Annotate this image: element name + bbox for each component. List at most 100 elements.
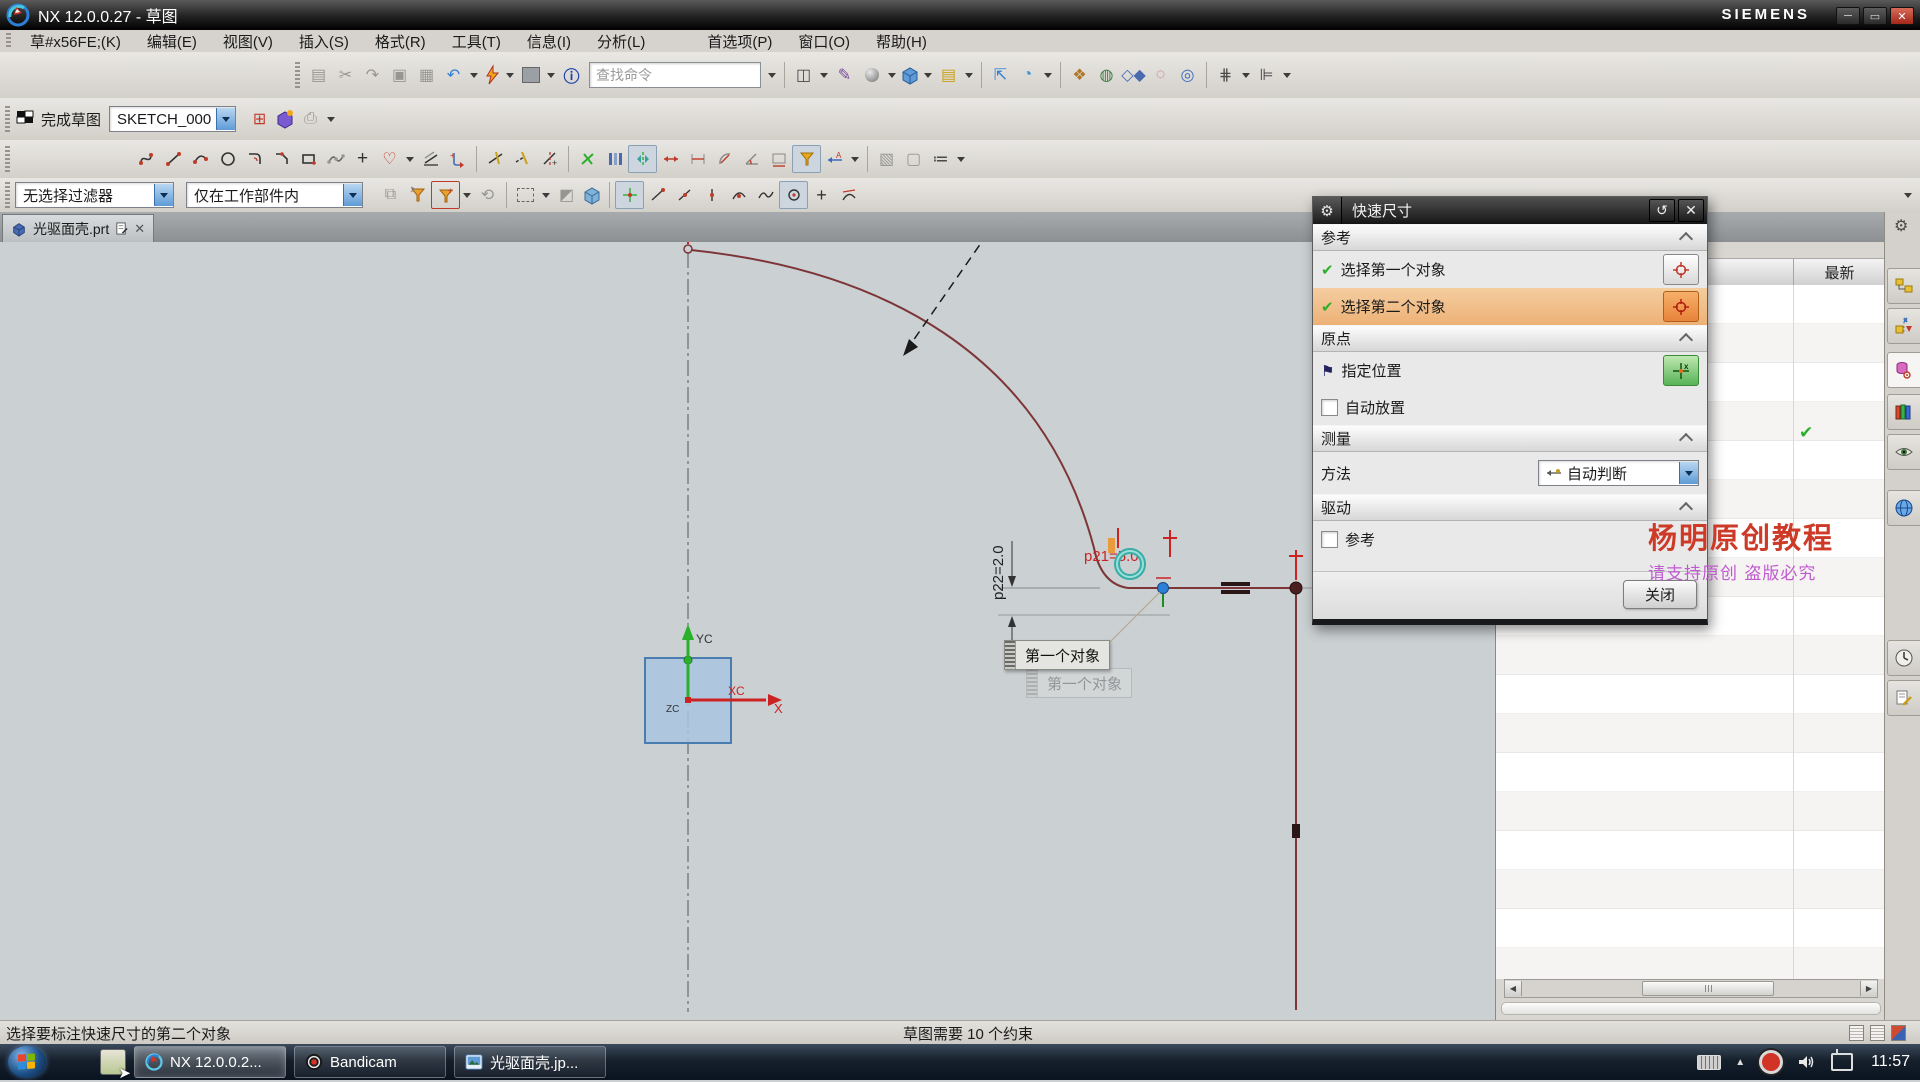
history-tab[interactable] [1887, 640, 1920, 676]
display-constraints-icon[interactable] [792, 145, 821, 173]
offset-curve-icon[interactable] [417, 146, 444, 172]
reuse-library-tab[interactable] [1887, 394, 1920, 430]
auto-place-checkbox[interactable] [1321, 399, 1338, 416]
blue-ring-icon[interactable]: ◎ [1174, 62, 1201, 88]
dimension-lines-icon[interactable]: ⋕ [1212, 62, 1239, 88]
lasso-dropdown[interactable] [542, 193, 550, 198]
selected-point[interactable] [1158, 583, 1169, 594]
tab-close-icon[interactable]: ✕ [134, 221, 145, 237]
globe-icon[interactable]: ◍ [1093, 62, 1120, 88]
ruler-icon[interactable]: ⊫ [1253, 62, 1280, 88]
section-reference[interactable]: 参考 [1313, 224, 1707, 251]
first-object-row[interactable]: ✔ 选择第一个对象 [1313, 251, 1707, 288]
part-navigator-tab[interactable] [1887, 352, 1920, 388]
make-corner-icon[interactable]: + [536, 146, 563, 172]
arc-tool-icon[interactable] [187, 146, 214, 172]
tray-expand-icon[interactable]: ▲ [1735, 1057, 1745, 1068]
reference-checkbox[interactable] [1321, 531, 1338, 548]
constraint-navigator-tab[interactable] [1887, 308, 1920, 344]
note-icon[interactable]: ▤ [935, 62, 962, 88]
line-tool-icon[interactable] [160, 146, 187, 172]
taskbar-image-button[interactable]: 光驱面壳.jp... [454, 1046, 606, 1078]
display-style-dropdown[interactable] [547, 73, 555, 78]
command-finder[interactable] [589, 62, 761, 88]
shaded-view-icon[interactable]: ◩ [553, 182, 580, 208]
snap-circle-icon[interactable] [779, 181, 808, 209]
note-dropdown[interactable] [965, 73, 973, 78]
doc-status-icon[interactable] [1870, 1025, 1885, 1041]
scope-filter-dropdown[interactable]: 仅在工作部件内 [186, 182, 363, 208]
type-filter-dropdown[interactable]: 无选择过滤器 [15, 182, 174, 208]
scroll-right-arrow[interactable]: ▶ [1860, 981, 1877, 996]
search-input[interactable] [590, 64, 779, 86]
auto-place-row[interactable]: 自动放置 [1313, 389, 1707, 425]
profile-curve[interactable] [691, 250, 1296, 588]
quick-extend-icon[interactable] [509, 146, 536, 172]
geometric-constraints-icon[interactable] [574, 146, 601, 172]
second-object-select-button[interactable] [1663, 291, 1699, 322]
snap-point-on-icon[interactable]: + [808, 182, 835, 208]
reattach-sketch-icon[interactable]: ⊞ [246, 106, 273, 132]
roles-tab[interactable] [1887, 680, 1920, 716]
arc-start-point[interactable] [684, 245, 692, 253]
sketch-name-dropdown[interactable]: SKETCH_000 [109, 106, 236, 132]
menu-window[interactable]: 窗口(O) [785, 30, 863, 53]
section-origin[interactable]: 原点 [1313, 325, 1707, 352]
stamp-icon[interactable]: ⎙ [297, 106, 324, 132]
toolbar-drag-handle[interactable] [5, 182, 10, 208]
part-tab[interactable]: 光驱面壳.prt ✕ [2, 214, 154, 242]
specify-location-row[interactable]: ⚑ 指定位置 x [1313, 352, 1707, 389]
search-dropdown[interactable] [768, 73, 776, 78]
collapse-chevron-icon[interactable] [1679, 232, 1693, 246]
scroll-thumb[interactable] [1642, 981, 1774, 996]
snap-filter-dropdown[interactable] [463, 193, 471, 198]
radial-dimension-icon[interactable] [711, 146, 738, 172]
chamfer-tool-icon[interactable] [268, 146, 295, 172]
sketch-name-dropdown-button[interactable] [216, 108, 235, 130]
perimeter-dimension-icon[interactable] [765, 146, 792, 172]
arrows-icon[interactable]: ⇱ [987, 62, 1014, 88]
pattern-curve-icon[interactable]: ♡ [376, 146, 403, 172]
set-symmetric-icon[interactable] [628, 145, 657, 173]
snap-spline-icon[interactable] [752, 182, 779, 208]
assembly-navigator-tab[interactable] [1887, 268, 1920, 304]
rapid-dimension-icon[interactable] [657, 146, 684, 172]
visualize-lightning-icon[interactable] [481, 64, 503, 86]
paste-icon[interactable]: ▦ [413, 62, 440, 88]
render-sphere-icon[interactable] [858, 62, 885, 88]
linear-dimension-icon[interactable] [684, 146, 711, 172]
snap-arc-center-icon[interactable] [725, 182, 752, 208]
point-tool-icon[interactable]: + [349, 146, 376, 172]
menu-edit[interactable]: 编辑(E) [134, 30, 210, 53]
pinned-app-icon[interactable]: ➤ [100, 1049, 126, 1075]
snap-endpoint-icon[interactable] [644, 182, 671, 208]
fan-display-icon[interactable]: ◔ [1014, 62, 1041, 88]
dialog-close-icon[interactable]: ✕ [1678, 199, 1704, 222]
profile-tool-icon[interactable] [133, 146, 160, 172]
auto-dimension-icon[interactable]: A [821, 146, 848, 172]
work-layer-cube-icon[interactable] [580, 184, 604, 206]
reference-row[interactable]: 参考 [1313, 521, 1707, 557]
view-cube-icon[interactable] [899, 64, 921, 86]
lightning-dropdown[interactable] [506, 73, 514, 78]
second-object-row[interactable]: ✔ 选择第二个对象 [1313, 288, 1707, 325]
ime-keyboard-icon[interactable] [1697, 1055, 1721, 1070]
collapse-chevron-icon[interactable] [1679, 433, 1693, 447]
sketch-canvas[interactable]: p22=2.0 p21=5.0 YC [0, 242, 1495, 1020]
undo-icon[interactable]: ↶ [440, 62, 467, 88]
menu-insert[interactable]: 插入(S) [286, 30, 362, 53]
show-image-icon[interactable]: ▧ [873, 146, 900, 172]
maximize-button[interactable]: ▭ [1863, 7, 1887, 25]
list-icon[interactable]: ≔ [927, 146, 954, 172]
toolbar-drag-handle[interactable] [295, 62, 300, 88]
method-dropdown-button[interactable] [1679, 462, 1698, 484]
general-selection-filter-icon[interactable] [404, 182, 431, 208]
snap-enable-icon[interactable] [615, 181, 644, 209]
navigator-bottom-strip[interactable] [1501, 1002, 1881, 1015]
taskbar-bandicam-button[interactable]: Bandicam [294, 1046, 446, 1078]
view-cube-dropdown[interactable] [924, 73, 932, 78]
sync-status-icon[interactable] [1891, 1025, 1906, 1041]
snap-midpoint-icon[interactable] [671, 182, 698, 208]
scroll-left-arrow[interactable]: ◀ [1505, 981, 1522, 996]
undo-dropdown[interactable] [470, 73, 478, 78]
